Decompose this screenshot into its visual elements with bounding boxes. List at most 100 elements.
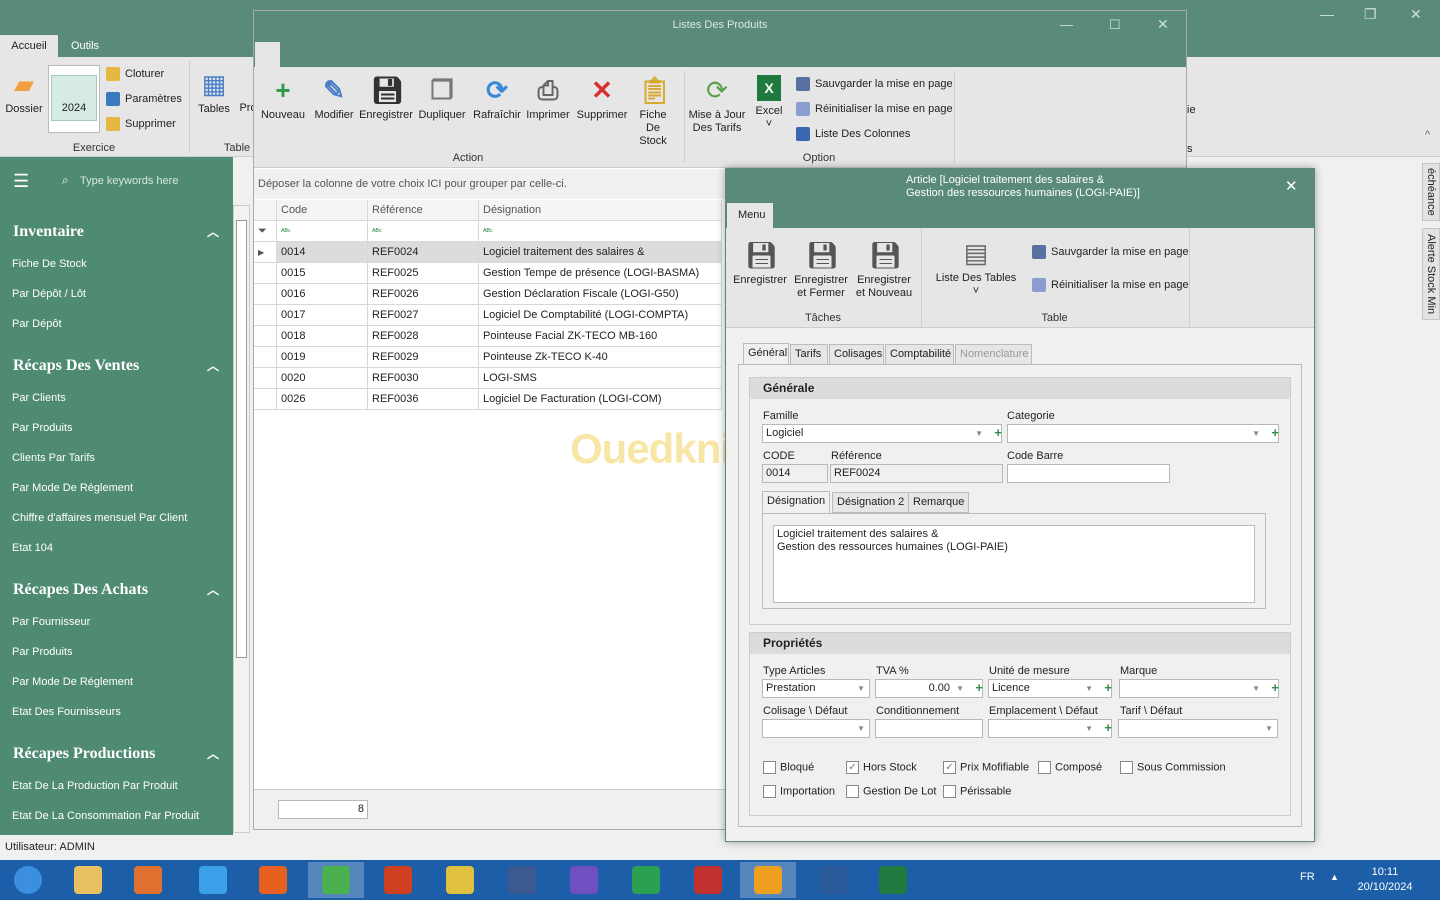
sidebar-section-header[interactable]: Récapes Productions ︿: [0, 737, 233, 771]
colisage-select[interactable]: ▼: [762, 719, 870, 738]
conditionnement-field[interactable]: [875, 719, 983, 738]
sidebar-item[interactable]: Par Dépôt: [0, 309, 233, 339]
add-categorie-icon[interactable]: +: [1271, 424, 1279, 441]
rafra-chir-button[interactable]: ⟳ Rafraîchir: [472, 75, 522, 122]
tva-select[interactable]: 0.00 ▼ +: [875, 679, 983, 698]
sidebar-item[interactable]: Etat De La Production Par Produit: [0, 771, 233, 801]
parametres-button[interactable]: Paramètres: [106, 92, 182, 106]
checkbox-gestion-de-lot[interactable]: Gestion De Lot: [846, 785, 936, 798]
tab-designation[interactable]: Désignation: [762, 491, 831, 514]
emplacement-select[interactable]: ▼ +: [988, 719, 1112, 738]
column-header[interactable]: Référence: [368, 200, 479, 221]
tab-accueil[interactable]: Accueil: [0, 35, 58, 57]
year-gallery[interactable]: 2024: [48, 65, 100, 133]
ribbon-tab[interactable]: [255, 42, 280, 67]
tab-outils[interactable]: Outils: [58, 35, 112, 57]
checkbox-importation[interactable]: Importation: [763, 785, 835, 798]
liste-tables-button[interactable]: ▤ Liste Des Tables ˅: [931, 238, 1021, 298]
sidebar-item[interactable]: Par Mode De Réglement: [0, 473, 233, 503]
internet-explorer-taskbar-icon[interactable]: [185, 862, 241, 898]
add-marque-icon[interactable]: +: [1271, 679, 1279, 696]
firefox-taskbar-icon[interactable]: [245, 862, 301, 898]
chevron-up-icon[interactable]: ︿: [207, 737, 219, 771]
add-tva-icon[interactable]: +: [975, 679, 983, 696]
unchecked-box[interactable]: [1120, 761, 1133, 774]
code-field[interactable]: 0014: [762, 464, 828, 483]
sidebar-item[interactable]: Par Dépôt / Lôt: [0, 279, 233, 309]
categorie-select[interactable]: ▼ +: [1007, 424, 1279, 443]
nouveau-button[interactable]: + Nouveau: [260, 75, 306, 122]
excel-button[interactable]: X Excel ˅: [752, 75, 786, 131]
dossier-button[interactable]: ▰ Dossier: [4, 69, 44, 116]
clock[interactable]: 10:11 20/10/2024: [1355, 865, 1415, 895]
unchecked-box[interactable]: [763, 761, 776, 774]
designation-textarea[interactable]: Logiciel traitement des salaires & Gesti…: [773, 525, 1255, 603]
checkbox-sous-commission[interactable]: Sous Commission: [1120, 761, 1226, 774]
sidebar-item[interactable]: Fiche De Stock: [0, 249, 233, 279]
collapse-ribbon-icon[interactable]: ^: [1425, 129, 1430, 141]
sidebar-section-header[interactable]: Récaps Des Ventes ︿: [0, 349, 233, 383]
sauvgarder-layout-button[interactable]: Sauvgarder la mise en page: [796, 77, 953, 91]
column-header[interactable]: Désignation: [479, 200, 722, 221]
chevron-up-icon[interactable]: ︿: [207, 573, 219, 607]
reinitialiser-layout-button[interactable]: Réinitialiser la mise en page: [796, 102, 953, 116]
add-unite-icon[interactable]: +: [1104, 679, 1112, 696]
g50-taskbar-icon[interactable]: [494, 862, 550, 898]
hamburger-icon[interactable]: ☰: [13, 171, 29, 192]
minimize-button[interactable]: —: [1060, 17, 1073, 32]
checkbox-p-rissable[interactable]: Périssable: [943, 785, 1011, 798]
tables-button[interactable]: ▦ Tables: [194, 69, 234, 116]
checked-icon[interactable]: ✓: [943, 761, 956, 774]
ccleaner-taskbar-icon[interactable]: [370, 862, 426, 898]
dupliquer-button[interactable]: ❐ Dupliquer: [416, 75, 468, 122]
unite-select[interactable]: Licence ▼ +: [988, 679, 1112, 698]
filter-cell[interactable]: ᴬᴮᶜ: [368, 221, 479, 242]
supprimer-button[interactable]: ✕ Supprimer: [576, 75, 628, 122]
chevron-up-icon[interactable]: ︿: [207, 349, 219, 383]
modifier-button[interactable]: ✎ Modifier: [312, 75, 356, 122]
start-taskbar-icon[interactable]: [0, 862, 56, 898]
famille-select[interactable]: Logiciel ▼ +: [762, 424, 1002, 443]
tab-designation-2[interactable]: Désignation 2: [832, 492, 910, 513]
tarif-select[interactable]: ▼: [1118, 719, 1278, 738]
tab-menu[interactable]: Menu: [727, 203, 773, 228]
file-explorer-taskbar-icon[interactable]: [60, 862, 116, 898]
checkbox-prix-mofifiable[interactable]: ✓ Prix Mofifiable: [943, 761, 1029, 774]
unchecked-box[interactable]: [763, 785, 776, 798]
tab-colisages[interactable]: Colisages: [829, 344, 884, 365]
checkbox-compos-[interactable]: Composé: [1038, 761, 1102, 774]
unchecked-box[interactable]: [943, 785, 956, 798]
screenshot-taskbar-icon[interactable]: [805, 862, 861, 898]
tab-comptabilité[interactable]: Comptabilité: [885, 344, 954, 365]
unchecked-box[interactable]: [1038, 761, 1051, 774]
dialog-close-button[interactable]: ✕: [1285, 177, 1298, 195]
type-articles-select[interactable]: Prestation ▼: [762, 679, 870, 698]
scrollbar-thumb[interactable]: [236, 220, 247, 658]
sidebar-scrollbar[interactable]: [233, 205, 250, 833]
reference-field[interactable]: REF0024: [830, 464, 1003, 483]
tab-alerte-stock-min[interactable]: Alerte Stock Min: [1422, 228, 1440, 320]
filter-cell[interactable]: ᴬᴮᶜ: [277, 221, 368, 242]
checkbox-bloqu-[interactable]: Bloqué: [763, 761, 814, 774]
sidebar-item[interactable]: Etat Des Fournisseurs: [0, 697, 233, 727]
imprimer-button[interactable]: ⎙ Imprimer: [524, 75, 572, 122]
chevron-up-icon[interactable]: ︿: [207, 215, 219, 249]
team-app-taskbar-icon[interactable]: [680, 862, 736, 898]
active-app-taskbar-icon[interactable]: [740, 862, 796, 898]
fiche-de-stock-button[interactable]: 📋︎ Fiche De Stock: [632, 75, 674, 148]
tab-echeance[interactable]: échéance: [1422, 163, 1440, 221]
sidebar-item[interactable]: Par Produits: [0, 637, 233, 667]
restore-button[interactable]: ❐: [1364, 6, 1377, 23]
year-item[interactable]: 2024: [51, 75, 97, 121]
visual-studio-taskbar-icon[interactable]: [556, 862, 612, 898]
chrome-taskbar-icon[interactable]: [308, 862, 364, 898]
chart-app-taskbar-icon[interactable]: [618, 862, 674, 898]
minimize-button[interactable]: —: [1320, 6, 1334, 22]
supprimer-exercice-button[interactable]: Supprimer: [106, 117, 176, 131]
sidebar-item[interactable]: Clients Par Tarifs: [0, 443, 233, 473]
tab-nomenclature[interactable]: Nomenclature: [955, 344, 1032, 365]
filter-cell[interactable]: ᴬᴮᶜ: [479, 221, 722, 242]
close-button[interactable]: ✕: [1157, 16, 1169, 33]
media-player-taskbar-icon[interactable]: [120, 862, 176, 898]
cloturer-button[interactable]: Cloturer: [106, 67, 164, 81]
